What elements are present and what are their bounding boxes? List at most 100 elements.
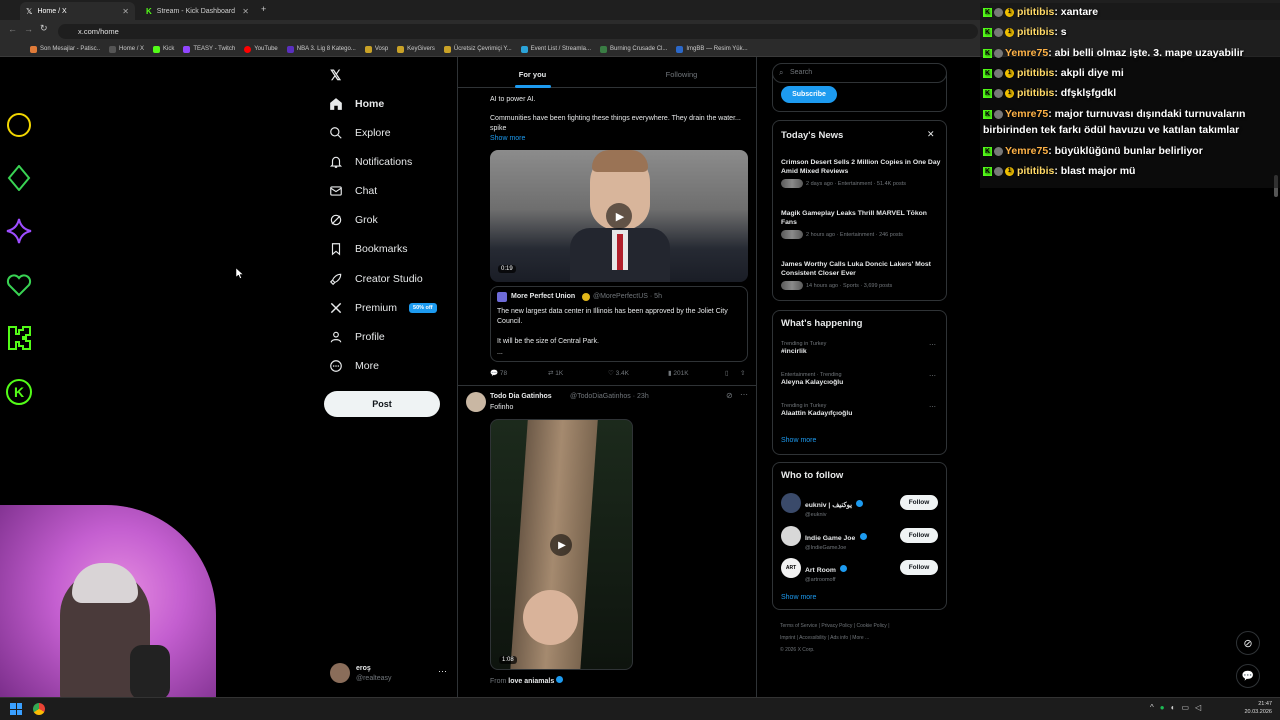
more-dots-icon[interactable]: ⋯ (929, 403, 936, 411)
nav-home[interactable]: Home (329, 93, 384, 115)
bookmark-item[interactable]: Home / X (109, 45, 144, 53)
tab-for-you[interactable]: For you (458, 62, 607, 87)
account-switcher[interactable]: eroş @realteasy ⋯ (330, 663, 450, 687)
news-item[interactable]: Crimson Desert Sells 2 Million Copies in… (781, 158, 941, 188)
tab-home-x[interactable]: 𝕏 Home / X ✕ (20, 2, 135, 20)
bookmark-item[interactable]: Ücretsiz Çevrimiçi Y... (443, 45, 512, 53)
verified-icon (556, 676, 564, 683)
follow-button[interactable]: Follow (900, 495, 938, 510)
chevron-up-icon[interactable]: ^ (1150, 703, 1154, 712)
search-icon (330, 127, 342, 139)
more-circle-icon (330, 360, 342, 372)
bookmark-item[interactable]: KeyGivers (397, 45, 435, 53)
bookmark-icon[interactable]: ▯ (725, 369, 729, 377)
share-icon[interactable]: ⇧ (740, 369, 745, 377)
bookmark-item[interactable]: ImgBB — Resim Yük... (676, 45, 748, 53)
follow-suggestion[interactable]: Art Room @artroomoff (805, 559, 848, 583)
verified-icon (840, 565, 848, 572)
back-icon[interactable]: ← (8, 24, 17, 34)
clock[interactable]: 21:47 20.03.2026 (1238, 700, 1272, 716)
nav-grok[interactable]: Grok (329, 209, 378, 231)
footer-link[interactable]: Cookie Policy (857, 623, 887, 629)
subscribe-button[interactable]: Subscribe (781, 86, 837, 103)
nav-creator-studio[interactable]: Creator Studio (329, 268, 423, 290)
grok-floating-button[interactable]: ⊘ (1236, 631, 1260, 655)
follow-suggestion[interactable]: Indie Game Joe @IndieGameJoe (805, 527, 867, 551)
chrome-icon[interactable] (33, 703, 45, 715)
bookmark-item[interactable]: Kick (153, 45, 174, 53)
close-icon[interactable]: ✕ (242, 7, 249, 16)
trend-item[interactable]: Entertainment · Trending Aleyna Kalaycıo… (781, 372, 941, 387)
avatar[interactable] (781, 493, 801, 513)
play-button[interactable]: ▶ (606, 203, 632, 229)
user-badge-icon (994, 48, 1003, 58)
show-more-link[interactable]: Show more (781, 594, 816, 601)
follow-button[interactable]: Follow (900, 528, 938, 543)
tab-following[interactable]: Following (607, 62, 756, 87)
more-dots-icon[interactable]: ⋯ (929, 372, 936, 380)
close-icon[interactable]: ✕ (927, 129, 935, 140)
nav-explore[interactable]: Explore (329, 122, 391, 144)
more-dots-icon[interactable]: ⋯ (438, 666, 447, 677)
footer-link[interactable]: Ads info (830, 635, 848, 641)
news-item[interactable]: Magik Gameplay Leaks Thrill MARVEL Tōkon… (781, 209, 941, 239)
bookmark-item[interactable]: YouTube (244, 45, 278, 53)
trend-item[interactable]: Trending in Turkey #incirlik (781, 341, 941, 356)
person-icon (330, 331, 342, 343)
show-more-link[interactable]: Show more (490, 134, 525, 144)
play-button[interactable]: ▶ (550, 534, 572, 556)
bookmark-item[interactable]: TEASY - Twitch (183, 45, 235, 53)
nav-bookmarks[interactable]: Bookmarks (329, 238, 408, 260)
messages-floating-button[interactable]: 💬 (1236, 664, 1260, 688)
repost-button[interactable]: ⇄ 1K (548, 369, 563, 377)
video-player[interactable]: ▶ 1:08 (490, 419, 633, 670)
trend-item[interactable]: Trending in Turkey Alaattin Kadayıfçıoğl… (781, 403, 941, 418)
network-icon[interactable]: ▭ (1181, 703, 1189, 712)
nav-chat[interactable]: Chat (329, 180, 377, 202)
nav-premium[interactable]: Premium 50% off (329, 297, 437, 319)
bookmark-item[interactable]: NBA 3. Lig 8 Katego... (286, 45, 356, 53)
volume-icon[interactable]: ◁ (1195, 703, 1201, 712)
footer-link[interactable]: Terms of Service (780, 623, 817, 629)
spotify-icon[interactable]: ● (1160, 703, 1165, 712)
avatar[interactable]: ART (781, 558, 801, 578)
reload-icon[interactable]: ↻ (40, 23, 48, 34)
forward-icon[interactable]: → (24, 24, 33, 34)
grok-icon[interactable]: ⊘ (726, 391, 733, 400)
avatar[interactable] (781, 526, 801, 546)
video-player[interactable]: ▶ 0:19 (490, 150, 748, 282)
bookmark-item[interactable]: Event List / Streamla... (520, 45, 591, 53)
x-logo-icon[interactable]: 𝕏 (330, 67, 341, 84)
footer-link[interactable]: Imprint (780, 635, 795, 641)
nav-notifications[interactable]: Notifications (329, 151, 412, 173)
bookmark-item[interactable]: Vosp (364, 45, 388, 53)
footer-link[interactable]: Privacy Policy (821, 623, 852, 629)
steam-icon[interactable]: ◐ (1171, 703, 1176, 712)
views-button[interactable]: ▮ 201K (668, 369, 689, 377)
post-button[interactable]: Post (324, 391, 440, 417)
follow-button[interactable]: Follow (900, 560, 938, 575)
post-author[interactable]: Todo Dia Gatinhos (490, 392, 552, 402)
more-dots-icon[interactable]: ⋯ (740, 390, 748, 399)
footer-link[interactable]: More ... (852, 635, 869, 641)
quoted-post[interactable]: More Perfect Union @MorePerfectUS · 5h T… (490, 286, 748, 362)
like-button[interactable]: ♡ 3.4K (608, 369, 629, 377)
nav-profile[interactable]: Profile (329, 326, 385, 348)
url-field[interactable]: x.com/home (58, 24, 978, 39)
more-dots-icon[interactable]: ⋯ (929, 341, 936, 349)
close-icon[interactable]: ✕ (122, 7, 129, 16)
bookmark-item[interactable]: Son Mesajlar - Patisc.. (30, 45, 100, 53)
new-tab-button[interactable]: + (261, 4, 266, 14)
follow-suggestion[interactable]: eukniv | يوكنيف @eukniv (805, 494, 864, 518)
reply-button[interactable]: 💬 78 (490, 369, 507, 377)
footer-link[interactable]: Accessibility (799, 635, 826, 641)
tab-kick-dashboard[interactable]: K Stream - Kick Dashboard ✕ (140, 2, 255, 20)
show-more-link[interactable]: Show more (781, 437, 816, 444)
nav-more[interactable]: More (329, 355, 379, 377)
avatar[interactable] (466, 392, 486, 412)
source-account[interactable]: love aniamals (508, 678, 554, 685)
windows-start-icon[interactable] (10, 703, 22, 715)
card-title: Who to follow (781, 470, 844, 481)
bookmark-item[interactable]: Burning Crusade Cl... (600, 45, 667, 53)
news-item[interactable]: James Worthy Calls Luka Doncic Lakers' M… (781, 260, 941, 290)
